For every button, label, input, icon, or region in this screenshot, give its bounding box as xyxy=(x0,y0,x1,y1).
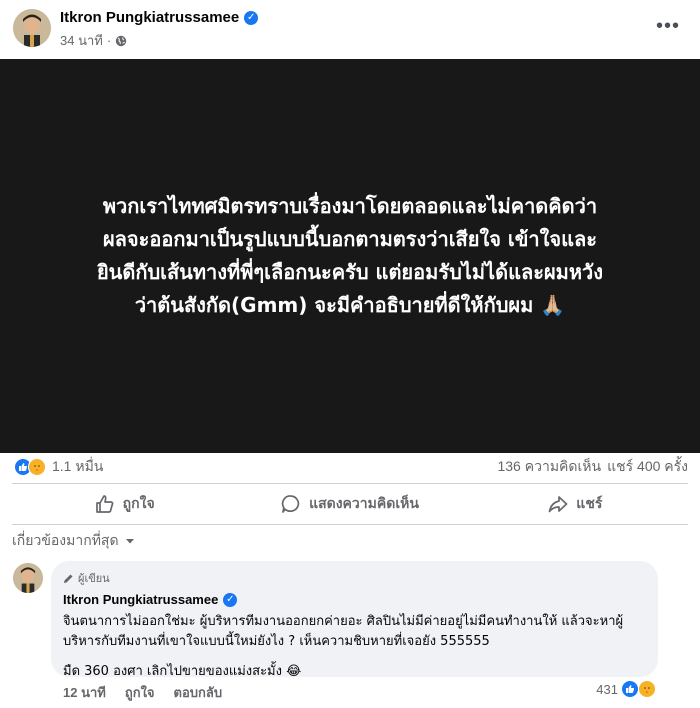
comment-time[interactable]: 12 นาที xyxy=(63,682,106,703)
shares-count[interactable]: แชร์ 400 ครั้ง xyxy=(607,456,688,478)
care-reaction-icon xyxy=(28,458,46,476)
comment-actions: 12 นาที ถูกใจ ตอบกลับ xyxy=(63,682,222,703)
reactions-count[interactable]: 1.1 หมื่น xyxy=(52,456,103,478)
like-button[interactable]: ถูกใจ xyxy=(12,487,237,521)
divider xyxy=(12,483,688,484)
meta-separator: · xyxy=(106,33,112,48)
verified-badge-icon: ✓ xyxy=(244,11,259,26)
post-image[interactable]: พวกเราไททศมิตรทราบเรื่องมาโดยตลอดและไม่ค… xyxy=(0,59,700,453)
author-badge-label: ผู้เขียน xyxy=(78,573,110,585)
divider xyxy=(12,524,688,525)
share-label: แชร์ xyxy=(576,495,603,511)
post-header: Itkron Pungkiatrussamee ✓ 34 นาที · ••• xyxy=(0,0,700,58)
comment-reactions-count: 431 xyxy=(596,681,618,697)
share-icon xyxy=(548,496,568,513)
more-options-button[interactable]: ••• xyxy=(654,14,682,38)
comments-sort-dropdown[interactable]: เกี่ยวข้องมากที่สุด xyxy=(12,530,135,552)
care-reaction-icon xyxy=(638,680,656,698)
comment-bubble: ผู้เขียน Itkron Pungkiatrussamee ✓ จินตนา… xyxy=(51,561,658,679)
comment-text-second: มืด 360 องศา เลิกไปขายของแม่งสะมั้ง 😂 xyxy=(63,664,302,679)
verified-badge-icon: ✓ xyxy=(223,592,238,607)
like-label: ถูกใจ xyxy=(122,495,155,511)
post-meta: 34 นาที · xyxy=(60,30,127,51)
reactions-summary: 1.1 หมื่น 136 ความคิดเห็น แชร์ 400 ครั้ง xyxy=(0,453,700,481)
author-badge: ผู้เขียน xyxy=(63,569,646,587)
author-name[interactable]: Itkron Pungkiatrussamee ✓ xyxy=(60,9,259,26)
comment-like-button[interactable]: ถูกใจ xyxy=(125,682,155,703)
post-actions: ถูกใจ แสดงความคิดเห็น แชร์ xyxy=(12,487,688,521)
author-name-text[interactable]: Itkron Pungkiatrussamee xyxy=(60,9,239,26)
engagement-stats: 136 ความคิดเห็น แชร์ 400 ครั้ง xyxy=(497,456,688,478)
comments-count[interactable]: 136 ความคิดเห็น xyxy=(497,456,601,478)
comment-text: จินตนาการไม่ออกใช่มะ ผู้บริหารทีมงานออกย… xyxy=(63,614,624,649)
comment-label: แสดงความคิดเห็น xyxy=(309,495,419,511)
comment-button[interactable]: แสดงความคิดเห็น xyxy=(237,487,462,521)
reaction-icons[interactable] xyxy=(14,458,46,476)
comment-author-avatar[interactable] xyxy=(13,563,43,593)
caret-down-icon xyxy=(125,539,134,544)
thumbs-up-icon xyxy=(95,495,114,513)
comment-reactions[interactable]: 431 xyxy=(596,680,656,698)
more-horizontal-icon: ••• xyxy=(655,14,680,37)
post-image-text: พวกเราไททศมิตรทราบเรื่องมาโดยตลอดและไม่ค… xyxy=(96,194,604,317)
comment-reply-button[interactable]: ตอบกลับ xyxy=(174,682,223,703)
post-time[interactable]: 34 นาที xyxy=(60,30,103,51)
pencil-icon xyxy=(64,574,73,583)
comments-sort-label: เกี่ยวข้องมากที่สุด xyxy=(12,532,119,548)
author-avatar[interactable] xyxy=(13,9,51,47)
globe-icon xyxy=(115,35,127,46)
share-button[interactable]: แชร์ xyxy=(463,487,688,521)
comment-author-name[interactable]: Itkron Pungkiatrussamee xyxy=(63,592,218,607)
comment-author[interactable]: Itkron Pungkiatrussamee ✓ xyxy=(63,592,646,607)
comment-icon xyxy=(281,495,300,513)
like-reaction-icon xyxy=(621,680,639,698)
